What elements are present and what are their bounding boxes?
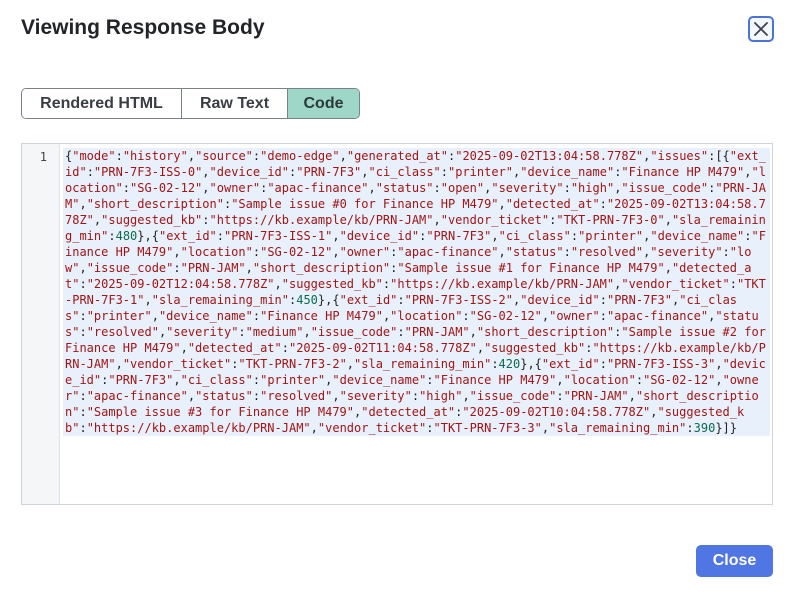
tab-code[interactable]: Code xyxy=(287,89,359,118)
code-editor[interactable]: 1 {"mode":"history","source":"demo-edge"… xyxy=(21,143,773,505)
tab-raw-text[interactable]: Raw Text xyxy=(181,89,287,118)
close-x-icon xyxy=(754,22,768,36)
code-area[interactable]: {"mode":"history","source":"demo-edge","… xyxy=(60,144,772,504)
line-number: 1 xyxy=(39,150,47,164)
close-button[interactable]: Close xyxy=(696,545,773,577)
close-dialog-button[interactable] xyxy=(748,16,774,42)
code-content[interactable]: {"mode":"history","source":"demo-edge","… xyxy=(63,148,770,436)
line-number-gutter: 1 xyxy=(22,144,60,504)
tab-rendered-html[interactable]: Rendered HTML xyxy=(22,89,181,118)
view-mode-tabs: Rendered HTML Raw Text Code xyxy=(21,88,360,119)
dialog-title: Viewing Response Body xyxy=(21,16,265,39)
